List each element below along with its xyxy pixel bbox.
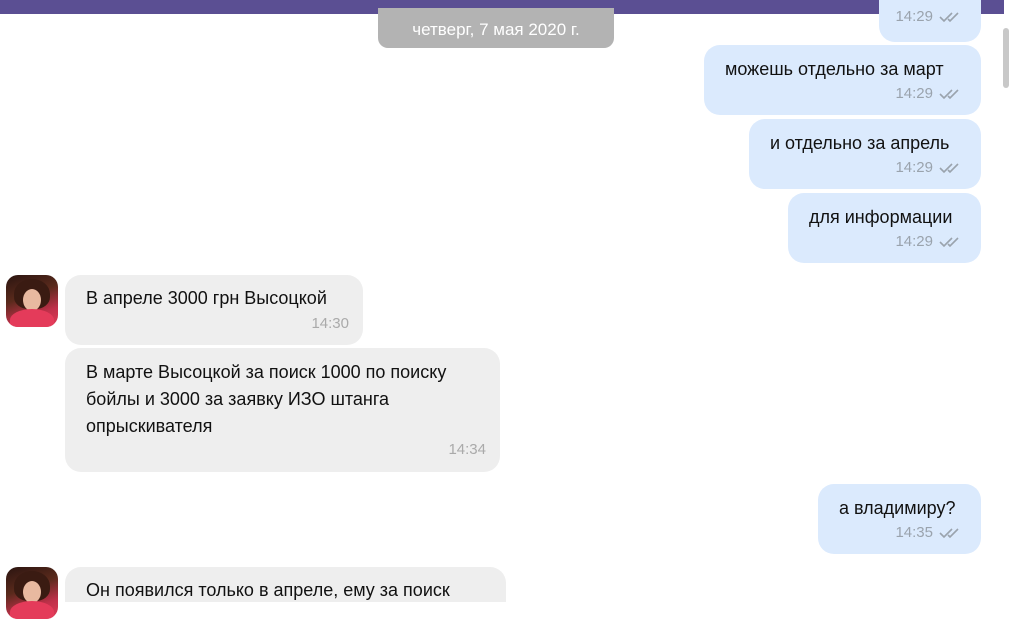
message-meta: 14:34 — [448, 441, 486, 458]
message-outgoing[interactable]: 14:29 — [879, 0, 981, 42]
message-line: бойлы и 3000 за заявку ИЗО штанга — [86, 389, 390, 409]
message-incoming[interactable]: В апреле 3000 грн Высоцкой 14:30 — [65, 275, 363, 345]
message-text: В апреле 3000 грн Высоцкой — [86, 288, 327, 308]
message-text: а владимиру? — [839, 498, 956, 518]
message-time: 14:29 — [895, 159, 933, 176]
contact-avatar[interactable] — [6, 567, 58, 619]
message-text: Он появился только в апреле, ему за поис… — [86, 580, 450, 600]
message-text: можешь отдельно за март — [725, 59, 944, 79]
message-incoming[interactable]: Он появился только в апреле, ему за поис… — [65, 567, 506, 602]
message-meta: 14:29 — [895, 159, 963, 176]
message-outgoing[interactable]: а владимиру? 14:35 — [818, 484, 981, 554]
date-separator: четверг, 7 мая 2020 г. — [378, 8, 614, 48]
message-meta: 14:29 — [895, 85, 963, 102]
message-meta: 14:29 — [895, 233, 963, 250]
message-time: 14:29 — [895, 8, 933, 25]
message-line: опрыскивателя — [86, 416, 213, 436]
message-outgoing[interactable]: и отдельно за апрель 14:29 — [749, 119, 981, 189]
message-text: и отдельно за апрель — [770, 133, 950, 153]
double-check-icon — [939, 88, 959, 99]
message-meta: 14:29 — [895, 8, 963, 25]
message-line: В марте Высоцкой за поиск 1000 по поиску — [86, 362, 447, 382]
message-meta: 14:35 — [895, 524, 963, 541]
message-text: для информации — [809, 207, 953, 227]
message-outgoing[interactable]: для информации 14:29 — [788, 193, 981, 263]
double-check-icon — [939, 236, 959, 247]
contact-avatar[interactable] — [6, 275, 58, 327]
message-time: 14:30 — [311, 315, 349, 332]
message-meta: 14:30 — [311, 315, 349, 332]
message-outgoing[interactable]: можешь отдельно за март 14:29 — [704, 45, 981, 115]
message-incoming[interactable]: В марте Высоцкой за поиск 1000 по поиску… — [65, 348, 500, 472]
scrollbar-thumb[interactable] — [1003, 28, 1009, 88]
message-time: 14:29 — [895, 85, 933, 102]
message-time: 14:35 — [895, 524, 933, 541]
message-time: 14:34 — [448, 441, 486, 458]
double-check-icon — [939, 527, 959, 538]
double-check-icon — [939, 11, 959, 22]
message-time: 14:29 — [895, 233, 933, 250]
double-check-icon — [939, 162, 959, 173]
scrollbar[interactable] — [1000, 14, 1011, 602]
